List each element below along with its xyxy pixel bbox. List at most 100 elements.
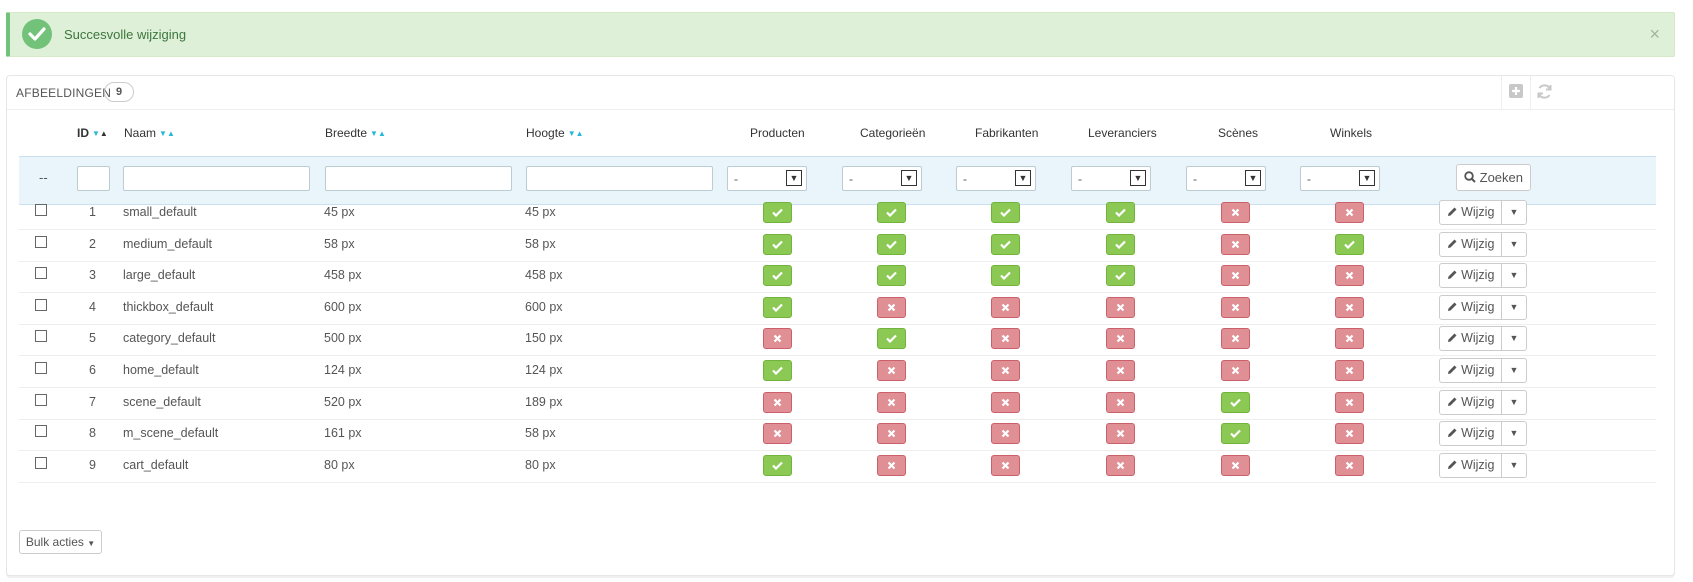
row-checkbox[interactable] [35, 362, 47, 374]
products-status-cross-icon[interactable] [763, 391, 792, 413]
manufacturers-status-check-icon[interactable] [991, 202, 1020, 223]
manufacturers-status-cross-icon[interactable] [991, 328, 1020, 350]
edit-button[interactable]: Wijzig [1439, 452, 1502, 478]
suppliers-status-cross-icon[interactable] [1106, 423, 1135, 445]
filter-height-input[interactable] [526, 166, 713, 191]
suppliers-status-cross-icon[interactable] [1106, 454, 1135, 476]
filter-manufacturers-select[interactable]: - ▼ [956, 166, 1036, 191]
manufacturers-status-cross-icon[interactable] [991, 391, 1020, 413]
row-actions-dropdown[interactable]: ▼ [1501, 452, 1527, 478]
edit-button[interactable]: Wijzig [1439, 389, 1502, 415]
shops-status-cross-icon[interactable] [1335, 360, 1364, 381]
shops-status-cross-icon[interactable] [1335, 296, 1364, 318]
scenes-status-cross-icon[interactable] [1221, 296, 1250, 318]
categories-status-cross-icon[interactable] [877, 360, 906, 381]
filter-shops-select[interactable]: - ▼ [1300, 166, 1380, 191]
table-row[interactable]: 3 large_default 458 px 458 px Wijzig ▼ [19, 259, 1656, 294]
row-checkbox[interactable] [35, 235, 47, 248]
edit-button[interactable]: Wijzig [1439, 358, 1502, 383]
add-new-icon[interactable] [1507, 83, 1525, 101]
filter-categories-select[interactable]: - ▼ [842, 166, 922, 191]
filter-name-input[interactable] [123, 166, 310, 191]
edit-button[interactable]: Wijzig [1439, 263, 1502, 289]
shops-status-cross-icon[interactable] [1335, 423, 1364, 445]
scenes-status-cross-icon[interactable] [1221, 360, 1250, 381]
products-status-check-icon[interactable] [763, 233, 792, 255]
products-status-check-icon[interactable] [763, 265, 792, 287]
column-header-width[interactable]: Breedte ▼▲ [325, 122, 386, 144]
sort-icon[interactable]: ▼▲ [159, 123, 175, 145]
edit-button[interactable]: Wijzig [1439, 326, 1502, 352]
row-checkbox[interactable] [35, 330, 47, 343]
scenes-status-cross-icon[interactable] [1221, 265, 1250, 287]
products-status-check-icon[interactable] [763, 202, 792, 223]
table-row[interactable]: 4 thickbox_default 600 px 600 px Wijzig ▼ [19, 291, 1656, 325]
categories-status-check-icon[interactable] [877, 265, 906, 287]
row-checkbox[interactable] [35, 267, 47, 280]
manufacturers-status-check-icon[interactable] [991, 233, 1020, 255]
row-actions-dropdown[interactable]: ▼ [1501, 421, 1527, 447]
alert-close-button[interactable]: × [1649, 24, 1660, 45]
filter-width-input[interactable] [325, 166, 512, 191]
edit-button[interactable]: Wijzig [1439, 294, 1502, 320]
row-checkbox[interactable] [35, 204, 47, 216]
sort-icon[interactable]: ▼▲ [568, 123, 584, 145]
categories-status-check-icon[interactable] [877, 233, 906, 255]
scenes-status-cross-icon[interactable] [1221, 454, 1250, 476]
search-button[interactable]: Zoeken [1456, 164, 1531, 191]
sort-icon[interactable]: ▼▲ [92, 123, 108, 145]
row-checkbox[interactable] [35, 393, 47, 406]
manufacturers-status-cross-icon[interactable] [991, 296, 1020, 318]
row-checkbox[interactable] [35, 425, 47, 438]
manufacturers-status-check-icon[interactable] [991, 265, 1020, 287]
shops-status-cross-icon[interactable] [1335, 391, 1364, 413]
row-actions-dropdown[interactable]: ▼ [1501, 294, 1527, 320]
suppliers-status-check-icon[interactable] [1106, 233, 1135, 255]
categories-status-cross-icon[interactable] [877, 296, 906, 318]
filter-products-select[interactable]: - ▼ [727, 166, 807, 191]
edit-button[interactable]: Wijzig [1439, 231, 1502, 257]
shops-status-cross-icon[interactable] [1335, 328, 1364, 350]
table-row[interactable]: 1 small_default 45 px 45 px Wijzig ▼ [19, 196, 1656, 230]
sort-icon[interactable]: ▼▲ [370, 123, 386, 145]
categories-status-cross-icon[interactable] [877, 454, 906, 476]
row-actions-dropdown[interactable]: ▼ [1501, 263, 1527, 289]
categories-status-check-icon[interactable] [877, 202, 906, 223]
scenes-status-check-icon[interactable] [1221, 391, 1250, 413]
categories-status-cross-icon[interactable] [877, 423, 906, 445]
table-row[interactable]: 6 home_default 124 px 124 px Wijzig ▼ [19, 354, 1656, 388]
suppliers-status-cross-icon[interactable] [1106, 296, 1135, 318]
edit-button[interactable]: Wijzig [1439, 200, 1502, 225]
row-checkbox[interactable] [35, 456, 47, 469]
suppliers-status-cross-icon[interactable] [1106, 360, 1135, 381]
products-status-check-icon[interactable] [763, 296, 792, 318]
table-row[interactable]: 2 medium_default 58 px 58 px Wijzig ▼ [19, 228, 1656, 262]
row-actions-dropdown[interactable]: ▼ [1501, 200, 1527, 225]
table-row[interactable]: 9 cart_default 80 px 80 px Wijzig ▼ [19, 449, 1656, 483]
row-actions-dropdown[interactable]: ▼ [1501, 358, 1527, 383]
shops-status-check-icon[interactable] [1335, 233, 1364, 255]
filter-id-input[interactable] [77, 166, 110, 191]
products-status-check-icon[interactable] [763, 454, 792, 476]
column-header-id[interactable]: ID ▼▲ [77, 122, 108, 144]
table-row[interactable]: 8 m_scene_default 161 px 58 px Wijzig ▼ [19, 417, 1656, 452]
suppliers-status-check-icon[interactable] [1106, 265, 1135, 287]
products-status-cross-icon[interactable] [763, 423, 792, 445]
bulk-actions-button[interactable]: Bulk acties ▼ [19, 530, 102, 554]
row-actions-dropdown[interactable]: ▼ [1501, 231, 1527, 257]
filter-scenes-select[interactable]: - ▼ [1186, 166, 1266, 191]
manufacturers-status-cross-icon[interactable] [991, 423, 1020, 445]
edit-button[interactable]: Wijzig [1439, 421, 1502, 447]
column-header-height[interactable]: Hoogte ▼▲ [526, 122, 584, 144]
scenes-status-check-icon[interactable] [1221, 423, 1250, 445]
refresh-icon[interactable] [1535, 83, 1553, 101]
products-status-cross-icon[interactable] [763, 328, 792, 350]
suppliers-status-cross-icon[interactable] [1106, 391, 1135, 413]
manufacturers-status-cross-icon[interactable] [991, 360, 1020, 381]
table-row[interactable]: 7 scene_default 520 px 189 px Wijzig ▼ [19, 386, 1656, 420]
filter-suppliers-select[interactable]: - ▼ [1071, 166, 1151, 191]
scenes-status-cross-icon[interactable] [1221, 233, 1250, 255]
shops-status-cross-icon[interactable] [1335, 202, 1364, 223]
suppliers-status-check-icon[interactable] [1106, 202, 1135, 223]
shops-status-cross-icon[interactable] [1335, 454, 1364, 476]
